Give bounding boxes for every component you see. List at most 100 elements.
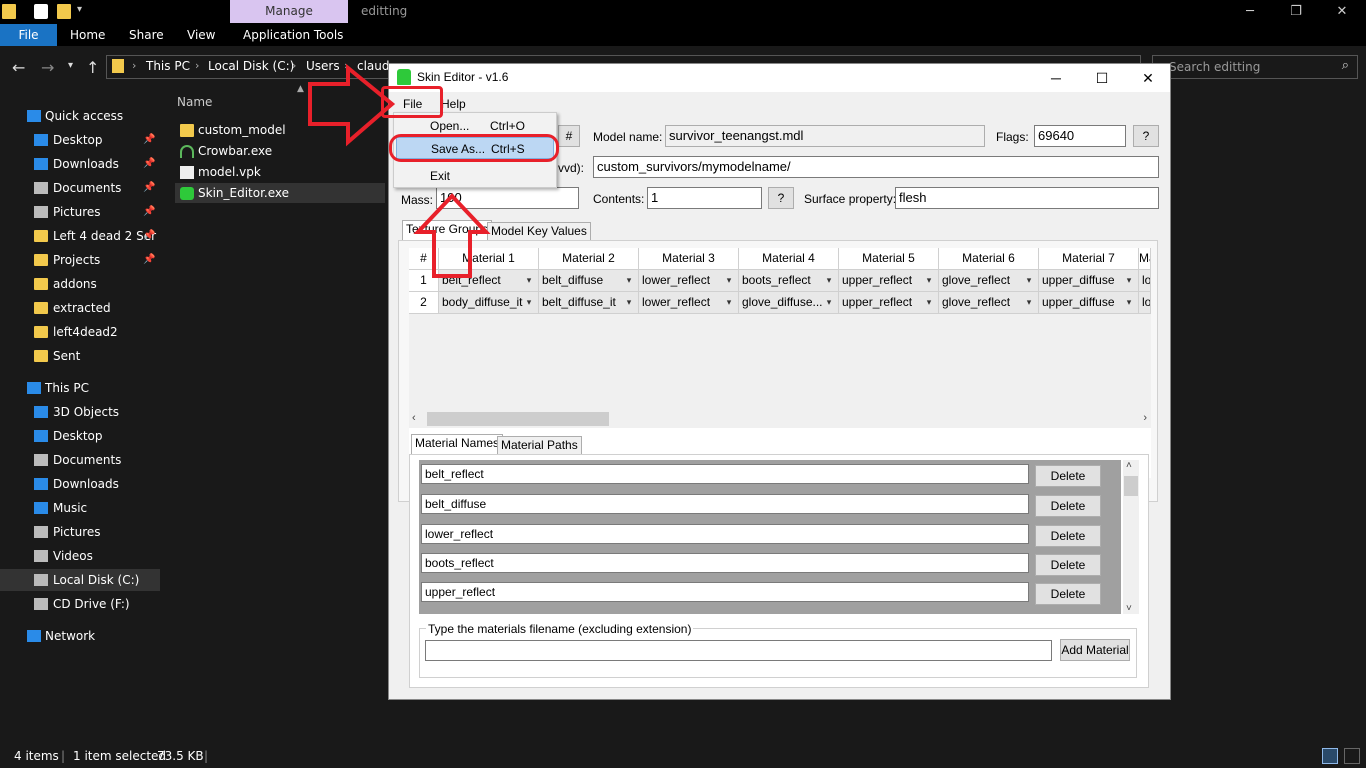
nav-item[interactable]: Documents 📌 (0, 177, 160, 199)
nav-item[interactable]: CD Drive (F:) (0, 593, 160, 615)
chevron-down-icon[interactable]: ▾ (922, 292, 936, 313)
up-icon[interactable]: ↑ (86, 58, 99, 77)
flags-help-button[interactable]: ? (1133, 125, 1159, 147)
material-list-scrollbar[interactable]: ˄ ˅ (1123, 460, 1139, 614)
new-material-input[interactable] (425, 640, 1052, 661)
pin-icon[interactable]: 📌 (143, 201, 155, 223)
scroll-up-icon[interactable]: ˄ (1126, 460, 1132, 471)
scroll-down-icon[interactable]: ˅ (1126, 603, 1132, 614)
chevron-right-icon[interactable]: › (132, 59, 136, 72)
breadcrumb-this-pc[interactable]: This PC (146, 59, 190, 73)
nav-item[interactable]: Sent (0, 345, 160, 367)
model-name-field[interactable]: survivor_teenangst.mdl (665, 125, 985, 147)
delete-material-button[interactable]: Delete (1035, 525, 1101, 547)
grid-material-dropdown[interactable]: lower_reflect ▾ (639, 292, 739, 314)
grid-material-dropdown[interactable]: belt_diffuse ▾ (539, 270, 639, 292)
nav-item[interactable]: extracted (0, 297, 160, 319)
minimize-icon[interactable]: ─ (1041, 68, 1071, 88)
grid-material-dropdown[interactable]: boots_reflect ▾ (739, 270, 839, 292)
maximize-icon[interactable]: ☐ (1087, 68, 1117, 88)
minimize-icon[interactable]: ─ (1230, 2, 1270, 22)
pin-icon[interactable]: 📌 (143, 225, 155, 247)
customize-qat-icon[interactable]: ▾ (77, 4, 91, 19)
tab-material-paths[interactable]: Material Paths (497, 436, 582, 455)
nav-item[interactable]: Left 4 dead 2 Ser 📌 (0, 225, 160, 247)
chevron-down-icon[interactable]: ▾ (822, 292, 836, 313)
grid-header-cell[interactable]: Ma (1139, 248, 1151, 270)
chevron-down-icon[interactable]: ▾ (1022, 292, 1036, 313)
material-name-field[interactable]: boots_reflect (421, 553, 1029, 573)
nav-item[interactable]: Network (0, 625, 160, 647)
chevron-down-icon[interactable]: ▾ (722, 270, 736, 291)
nav-item[interactable]: Pictures (0, 521, 160, 543)
grid-material-dropdown[interactable]: upper_reflect ▾ (839, 270, 939, 292)
path-field[interactable]: custom_survivors/mymodelname/ (593, 156, 1159, 178)
search-box[interactable]: Search editting ⌕ (1152, 55, 1358, 79)
nav-item[interactable]: This PC (0, 377, 160, 399)
chevron-down-icon[interactable]: ▾ (522, 270, 536, 291)
nav-item[interactable]: Projects 📌 (0, 249, 160, 271)
file-row[interactable]: model.vpk (175, 162, 385, 182)
hash-button[interactable]: # (558, 125, 580, 147)
close-icon[interactable]: ✕ (1133, 68, 1163, 88)
nav-item[interactable]: Downloads (0, 473, 160, 495)
pin-icon[interactable]: 📌 (143, 129, 155, 151)
nav-item[interactable]: Desktop 📌 (0, 129, 160, 151)
menu-help[interactable]: Help (441, 97, 466, 111)
delete-material-button[interactable]: Delete (1035, 583, 1101, 605)
chevron-right-icon[interactable]: › (195, 59, 199, 72)
nav-item[interactable]: Videos (0, 545, 160, 567)
grid-material-dropdown[interactable]: upper_diffuse ▾ (1039, 292, 1139, 314)
tab-model-key-values[interactable]: Model Key Values (487, 222, 591, 241)
nav-item[interactable]: left4dead2 (0, 321, 160, 343)
grid-header-cell[interactable]: Material 3 (639, 248, 739, 270)
nav-item[interactable]: Quick access (0, 105, 160, 127)
pin-icon[interactable]: 📌 (143, 177, 155, 199)
contents-field[interactable]: 1 (647, 187, 762, 209)
material-name-field[interactable]: belt_reflect (421, 464, 1029, 484)
menu-item-exit[interactable]: Exit (396, 165, 554, 187)
grid-material-dropdown[interactable]: lower_reflect ▾ (639, 270, 739, 292)
ribbon-tab-share[interactable]: Share (129, 24, 164, 46)
flags-field[interactable]: 69640 (1034, 125, 1126, 147)
surface-property-field[interactable]: flesh (895, 187, 1159, 209)
grid-header-cell[interactable]: Material 6 (939, 248, 1039, 270)
properties-icon[interactable] (34, 4, 48, 19)
breadcrumb-local-disk[interactable]: Local Disk (C:) (208, 59, 294, 73)
material-name-field[interactable]: lower_reflect (421, 524, 1029, 544)
folder-icon[interactable] (2, 4, 16, 19)
grid-header-cell[interactable]: Material 4 (739, 248, 839, 270)
scroll-right-icon[interactable]: › (1143, 412, 1147, 424)
search-icon[interactable]: ⌕ (1342, 58, 1349, 73)
grid-horizontal-scrollbar[interactable]: ‹ › (409, 410, 1151, 428)
grid-material-dropdown[interactable]: upper_reflect ▾ (839, 292, 939, 314)
file-row[interactable]: Skin_Editor.exe (175, 183, 385, 203)
grid-material-dropdown[interactable]: glove_reflect ▾ (939, 292, 1039, 314)
ribbon-tab-application-tools[interactable]: Application Tools (243, 24, 343, 46)
material-scroll-thumb[interactable] (1124, 476, 1138, 496)
manage-context-tab[interactable]: Manage (230, 0, 348, 23)
tab-material-names[interactable]: Material Names (411, 434, 504, 455)
grid-header-cell[interactable]: Material 2 (539, 248, 639, 270)
nav-item[interactable]: addons (0, 273, 160, 295)
scroll-left-icon[interactable]: ‹ (412, 412, 416, 424)
chevron-down-icon[interactable]: ▾ (622, 270, 636, 291)
large-icons-view-icon[interactable] (1344, 748, 1360, 764)
grid-material-dropdown[interactable]: upper_diffuse ▾ (1039, 270, 1139, 292)
nav-item[interactable]: Downloads 📌 (0, 153, 160, 175)
chevron-down-icon[interactable]: ▾ (722, 292, 736, 313)
close-icon[interactable]: ✕ (1322, 2, 1362, 22)
chevron-down-icon[interactable]: ▾ (622, 292, 636, 313)
ribbon-tab-view[interactable]: View (187, 24, 215, 46)
material-name-field[interactable]: belt_diffuse (421, 494, 1029, 514)
chevron-down-icon[interactable]: ▾ (1122, 292, 1136, 313)
pin-icon[interactable]: 📌 (143, 153, 155, 175)
pin-icon[interactable]: 📌 (143, 249, 155, 271)
grid-material-dropdown[interactable]: body_diffuse_it ▾ (439, 292, 539, 314)
delete-material-button[interactable]: Delete (1035, 495, 1101, 517)
delete-material-button[interactable]: Delete (1035, 465, 1101, 487)
chevron-down-icon[interactable]: ▾ (522, 292, 536, 313)
grid-material-dropdown[interactable]: belt_diffuse_it ▾ (539, 292, 639, 314)
add-material-button[interactable]: Add Material (1060, 639, 1130, 661)
grid-material-dropdown[interactable]: glove_reflect ▾ (939, 270, 1039, 292)
